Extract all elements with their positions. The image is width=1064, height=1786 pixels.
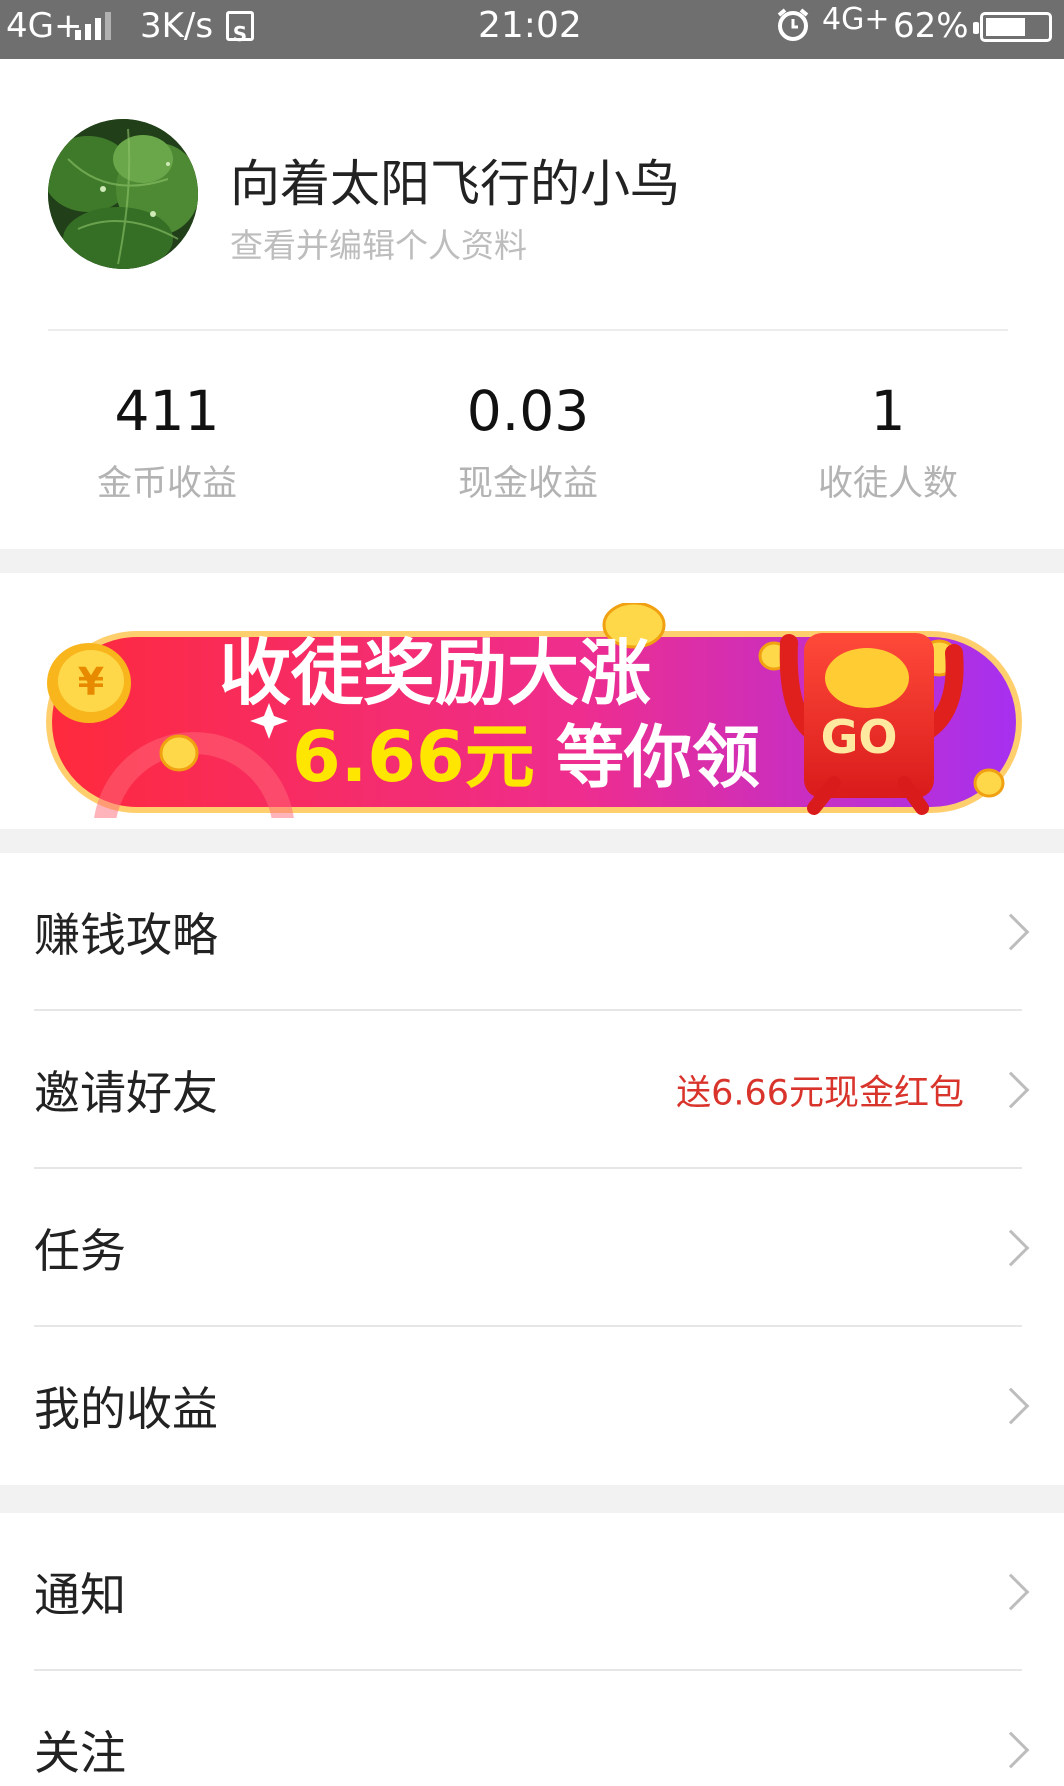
menu-item-label: 我的收益 xyxy=(34,1382,218,1436)
stat-label: 收徒人数 xyxy=(817,464,958,504)
chevron-right-icon xyxy=(992,1731,1030,1769)
stat-value: 1 xyxy=(870,379,906,443)
menu-item-label: 通知 xyxy=(34,1568,126,1622)
banner-amount: 6.66元 xyxy=(292,716,535,798)
menu-item-label: 任务 xyxy=(34,1224,126,1278)
menu-item-earn-guide[interactable]: 赚钱攻略 xyxy=(0,853,1064,1011)
red-envelope-icon: GO xyxy=(779,633,964,815)
menu-item-tasks[interactable]: 任务 xyxy=(0,1169,1064,1327)
menu-item-notifications[interactable]: 通知 xyxy=(0,1513,1064,1671)
section-gap xyxy=(0,829,1064,853)
menu-item-label: 关注 xyxy=(34,1726,126,1780)
stat-apprentices[interactable]: 1 收徒人数 xyxy=(738,379,1038,506)
banner-section: ¥ 收徒奖励大涨 6.66元 等你领 GO xyxy=(0,573,1064,829)
promo-banner[interactable]: ¥ 收徒奖励大涨 6.66元 等你领 GO xyxy=(44,603,1024,818)
go-label: GO xyxy=(821,710,898,764)
status-bar: 4G+ 3K/s S 21:02 4G+ 62% xyxy=(0,0,1064,59)
coin-symbol: ¥ xyxy=(78,660,104,704)
menu-item-label: 邀请好友 xyxy=(34,1066,218,1120)
stat-label: 现金收益 xyxy=(457,464,598,504)
username: 向着太阳飞行的小鸟 xyxy=(230,155,680,213)
menu-item-following[interactable]: 关注 xyxy=(0,1671,1064,1786)
battery-icon xyxy=(973,12,1052,42)
chevron-right-icon xyxy=(992,1229,1030,1267)
sim-icon: S xyxy=(226,11,254,46)
network-type-secondary: 4G+ xyxy=(822,2,890,37)
banner-tagline: 等你领 xyxy=(556,719,760,798)
network-type: 4G+ xyxy=(6,6,83,46)
battery-percent: 62% xyxy=(893,6,969,46)
avatar[interactable] xyxy=(48,119,198,269)
chevron-right-icon xyxy=(992,1071,1030,1109)
menu-item-invite-friends[interactable]: 邀请好友 送6.66元现金红包 xyxy=(0,1011,1064,1169)
banner-headline: 收徒奖励大涨 xyxy=(219,631,651,715)
stats-row: 411 金币收益 0.03 现金收益 1 收徒人数 xyxy=(0,331,1064,549)
section-gap xyxy=(0,1485,1064,1513)
menu-section-main: 赚钱攻略 邀请好友 送6.66元现金红包 任务 我的收益 xyxy=(0,853,1064,1485)
alarm-icon xyxy=(777,8,809,41)
menu-section-secondary: 通知 关注 xyxy=(0,1513,1064,1786)
signal-icon xyxy=(75,12,121,40)
profile-header[interactable]: 向着太阳飞行的小鸟 查看并编辑个人资料 xyxy=(0,59,1064,331)
network-speed: 3K/s xyxy=(140,6,214,46)
chevron-right-icon xyxy=(992,913,1030,951)
coin-icon: ¥ xyxy=(47,643,131,723)
invite-promo-text: 送6.66元现金红包 xyxy=(676,1073,964,1114)
screen: 4G+ 3K/s S 21:02 4G+ 62% 向着太阳飞行的小鸟 查看并编辑… xyxy=(0,0,1064,1786)
clock: 21:02 xyxy=(478,5,582,46)
section-gap xyxy=(0,549,1064,573)
menu-item-label: 赚钱攻略 xyxy=(34,908,218,962)
stat-label: 金币收益 xyxy=(96,464,237,504)
chevron-right-icon xyxy=(992,1573,1030,1611)
stat-cash[interactable]: 0.03 现金收益 xyxy=(378,379,678,506)
menu-item-my-earnings[interactable]: 我的收益 xyxy=(0,1327,1064,1485)
stat-value: 0.03 xyxy=(466,379,590,443)
edit-profile-link[interactable]: 查看并编辑个人资料 xyxy=(230,219,527,267)
stat-value: 411 xyxy=(114,379,220,443)
stat-gold-coins[interactable]: 411 金币收益 xyxy=(17,379,317,506)
chevron-right-icon xyxy=(992,1387,1030,1425)
